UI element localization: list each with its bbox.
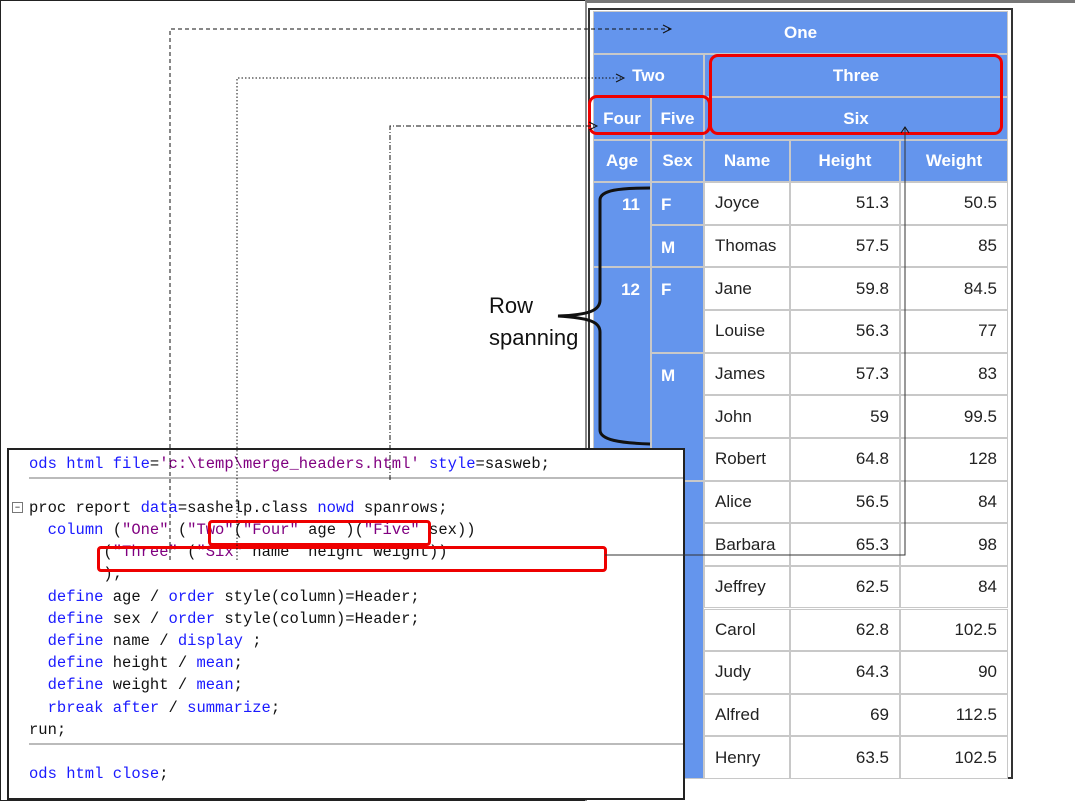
arrow-two	[236, 77, 623, 560]
annotation-arrows	[169, 24, 910, 560]
arrow-one	[169, 28, 670, 560]
row-span-brace	[557, 186, 651, 446]
arrow-three	[605, 127, 906, 556]
arrow-four	[389, 125, 596, 480]
